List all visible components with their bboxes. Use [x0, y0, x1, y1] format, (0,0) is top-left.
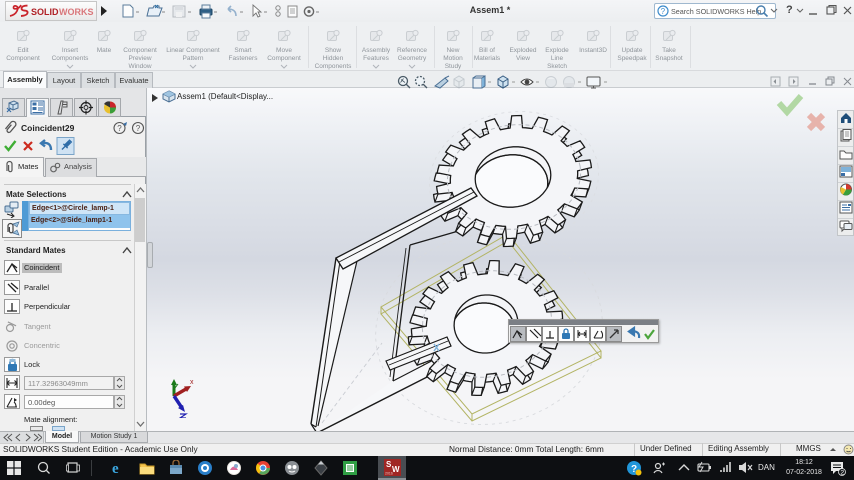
svg-text:W: W — [392, 465, 400, 474]
svg-text:?: ? — [136, 124, 141, 133]
svg-text:2: 2 — [841, 470, 845, 477]
svg-text:x: x — [190, 379, 194, 386]
svg-text:?: ? — [117, 124, 122, 133]
svg-text:2016: 2016 — [385, 472, 393, 476]
svg-text:e: e — [112, 461, 119, 476]
